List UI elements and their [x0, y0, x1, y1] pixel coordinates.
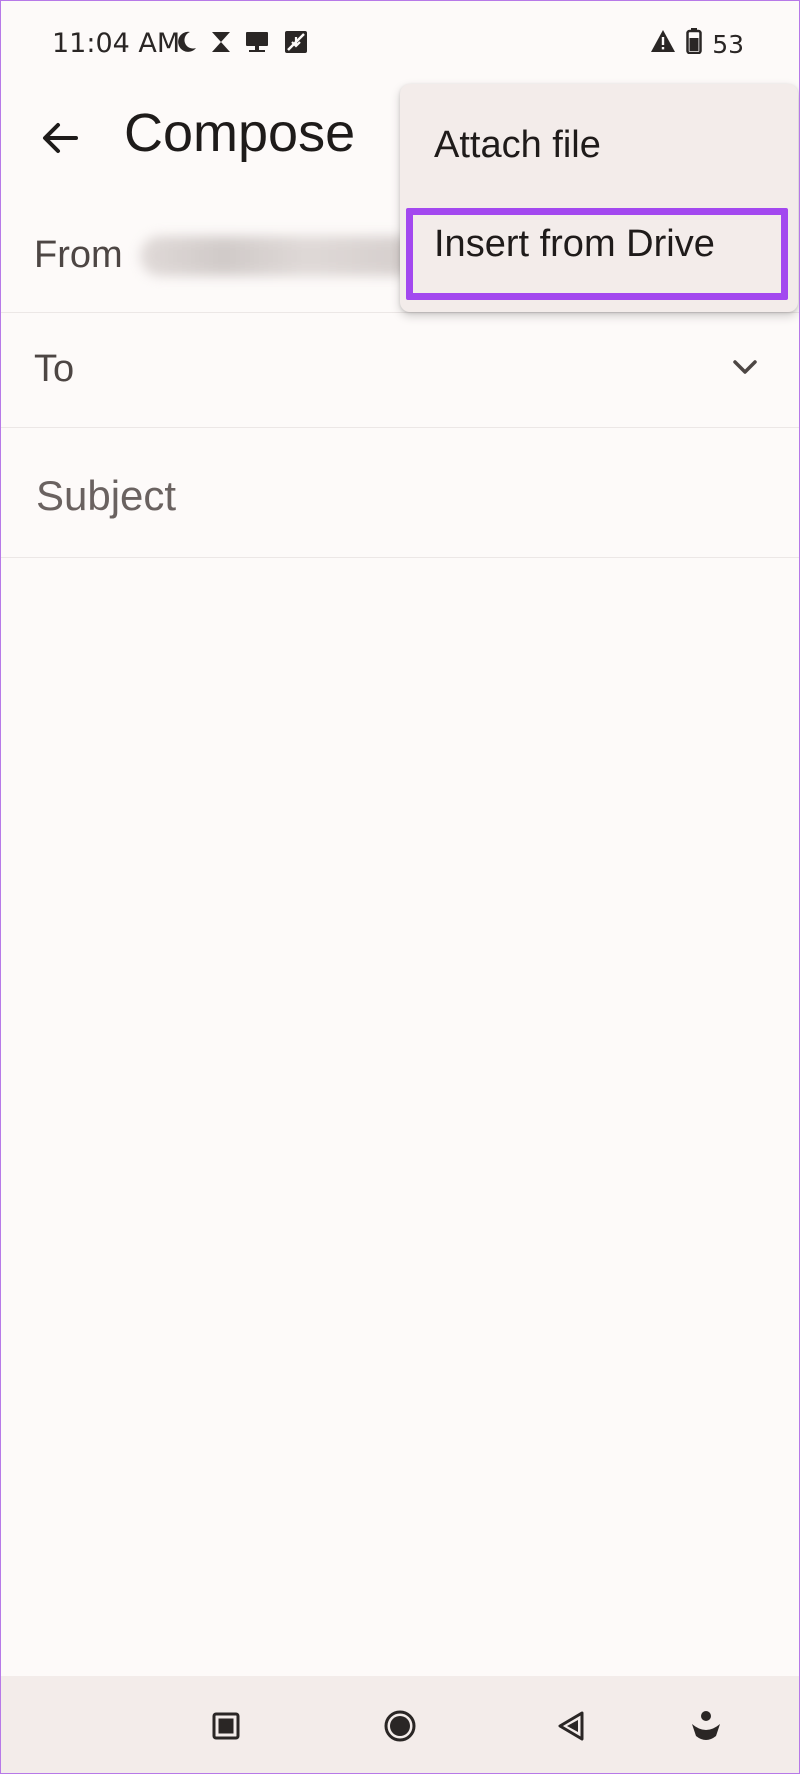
status-right: 53 — [650, 28, 744, 60]
assistant-icon — [686, 1711, 726, 1750]
battery-level: 53 — [712, 29, 744, 59]
back-triangle-icon — [552, 1711, 592, 1750]
status-icons — [176, 28, 310, 60]
chevron-down-icon — [728, 360, 762, 386]
subject-input[interactable] — [34, 467, 738, 525]
recents-button[interactable] — [206, 1706, 246, 1746]
back-button[interactable] — [36, 114, 84, 162]
menu-item-label: Attach file — [434, 124, 601, 166]
to-label: To — [34, 348, 75, 390]
status-time: 11:04 AM — [52, 28, 181, 59]
menu-item-attach-file[interactable]: Attach file — [400, 98, 798, 194]
system-nav-bar — [0, 1676, 800, 1774]
assistant-button[interactable] — [686, 1706, 726, 1746]
status-bar: 11:04 AM 53 — [0, 0, 800, 92]
subject-row — [0, 427, 800, 558]
from-account-redacted — [140, 236, 420, 276]
home-icon — [380, 1710, 420, 1750]
hourglass-icon — [210, 30, 232, 58]
highlight-box — [406, 208, 788, 300]
moon-icon — [176, 30, 198, 58]
sync-disabled-icon — [282, 28, 310, 60]
recents-icon — [206, 1712, 246, 1750]
expand-recipients-button[interactable] — [728, 352, 762, 382]
battery-icon — [686, 28, 702, 60]
to-row[interactable]: To — [0, 312, 800, 428]
home-button[interactable] — [380, 1706, 420, 1746]
compose-body[interactable] — [0, 558, 800, 1676]
nav-back-button[interactable] — [552, 1706, 592, 1746]
from-label: From — [34, 234, 123, 276]
arrow-back-icon — [36, 123, 84, 166]
warning-icon — [650, 29, 676, 59]
page-title: Compose — [124, 103, 356, 163]
cast-icon — [244, 30, 270, 58]
